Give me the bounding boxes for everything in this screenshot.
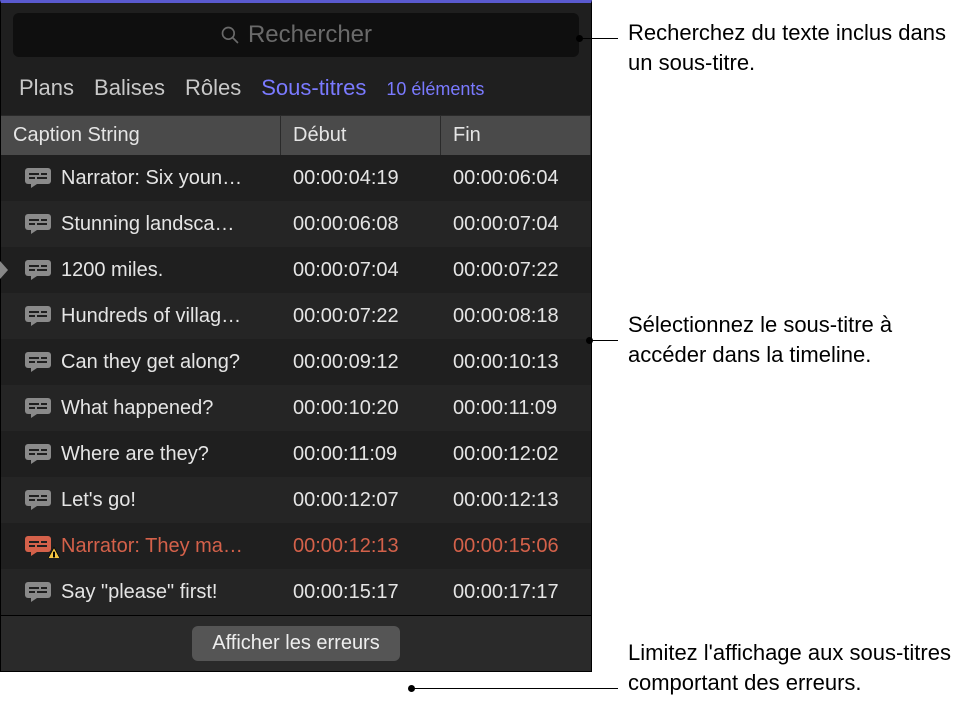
cell-end: 00:00:12:02 — [441, 443, 591, 466]
captions-panel: Rechercher Plans Balises Rôles Sous-titr… — [0, 0, 592, 672]
tab-balises[interactable]: Balises — [94, 75, 165, 101]
column-header-start[interactable]: Début — [281, 116, 441, 155]
cell-end: 00:00:07:22 — [441, 259, 591, 282]
cell-start: 00:00:12:07 — [281, 489, 441, 512]
cell-end: 00:00:08:18 — [441, 305, 591, 328]
caption-text: What happened? — [61, 397, 213, 420]
table-row[interactable]: 1200 miles. 00:00:07:0400:00:07:22 — [1, 247, 591, 293]
cell-start: 00:00:04:19 — [281, 167, 441, 190]
table-row[interactable]: Can they get along? 00:00:09:1200:00:10:1… — [1, 339, 591, 385]
caption-icon — [25, 214, 51, 234]
caption-icon — [25, 490, 51, 510]
table-row[interactable]: Say "please" first! 00:00:15:1700:00:17:1… — [1, 569, 591, 615]
tab-item-count: 10 éléments — [386, 79, 484, 100]
tabs-bar: Plans Balises Rôles Sous-titres 10 éléme… — [1, 65, 591, 115]
annotation-search: Recherchez du texte inclus dans un sous-… — [628, 18, 958, 77]
cell-end: 00:00:10:13 — [441, 351, 591, 374]
caption-text: Stunning landsca… — [61, 213, 234, 236]
caption-text: Hundreds of villag… — [61, 305, 241, 328]
cell-start: 00:00:10:20 — [281, 397, 441, 420]
annotation-select: Sélectionnez le sous-titre à accéder dan… — [628, 310, 958, 369]
cell-start: 00:00:12:13 — [281, 535, 441, 558]
cell-start: 00:00:07:04 — [281, 259, 441, 282]
table-row[interactable]: Narrator: They ma… 00:00:12:1300:00:15:06 — [1, 523, 591, 569]
cell-end: 00:00:07:04 — [441, 213, 591, 236]
caption-text: Let's go! — [61, 489, 136, 512]
caption-icon — [25, 444, 51, 464]
search-icon — [220, 25, 240, 45]
table-row[interactable]: Where are they? 00:00:11:0900:00:12:02 — [1, 431, 591, 477]
caption-icon — [25, 260, 51, 280]
caption-text: Where are they? — [61, 443, 209, 466]
search-placeholder: Rechercher — [248, 21, 372, 49]
caption-text: Narrator: Six youn… — [61, 167, 242, 190]
warning-icon — [41, 546, 55, 558]
callout-line-select — [588, 340, 618, 341]
cell-start: 00:00:09:12 — [281, 351, 441, 374]
cell-start: 00:00:15:17 — [281, 581, 441, 604]
cell-start: 00:00:11:09 — [281, 443, 441, 466]
table-row[interactable]: Let's go! 00:00:12:0700:00:12:13 — [1, 477, 591, 523]
table-row[interactable]: Narrator: Six youn… 00:00:04:1900:00:06:0… — [1, 155, 591, 201]
caption-error-icon — [25, 536, 51, 556]
playhead-indicator-icon — [0, 261, 10, 279]
search-input[interactable]: Rechercher — [13, 13, 579, 57]
table-row[interactable]: What happened? 00:00:10:2000:00:11:09 — [1, 385, 591, 431]
callout-line-search — [578, 38, 618, 39]
cell-start: 00:00:07:22 — [281, 305, 441, 328]
caption-icon — [25, 398, 51, 418]
tab-sous-titres[interactable]: Sous-titres — [261, 75, 366, 101]
cell-end: 00:00:17:17 — [441, 581, 591, 604]
table-header: Caption String Début Fin — [1, 115, 591, 155]
tab-plans[interactable]: Plans — [19, 75, 74, 101]
caption-text: 1200 miles. — [61, 259, 163, 282]
cell-end: 00:00:12:13 — [441, 489, 591, 512]
caption-icon — [25, 168, 51, 188]
caption-icon — [25, 306, 51, 326]
column-header-caption[interactable]: Caption String — [1, 116, 281, 155]
column-header-end[interactable]: Fin — [441, 116, 591, 155]
caption-icon — [25, 582, 51, 602]
cell-end: 00:00:11:09 — [441, 397, 591, 420]
caption-icon — [25, 352, 51, 372]
tab-roles[interactable]: Rôles — [185, 75, 241, 101]
cell-end: 00:00:15:06 — [441, 535, 591, 558]
caption-text: Can they get along? — [61, 351, 240, 374]
panel-footer: Afficher les erreurs — [1, 615, 591, 671]
table-row[interactable]: Stunning landsca… 00:00:06:0800:00:07:04 — [1, 201, 591, 247]
caption-text: Narrator: They ma… — [61, 535, 243, 558]
cell-start: 00:00:06:08 — [281, 213, 441, 236]
caption-text: Say "please" first! — [61, 581, 217, 604]
table-row[interactable]: Hundreds of villag… 00:00:07:2200:00:08:1… — [1, 293, 591, 339]
show-errors-button[interactable]: Afficher les erreurs — [192, 626, 399, 661]
cell-end: 00:00:06:04 — [441, 167, 591, 190]
table-body: Narrator: Six youn…00:00:04:1900:00:06:0… — [1, 155, 591, 615]
annotation-errors: Limitez l'affichage aux sous-titres comp… — [628, 638, 958, 697]
callout-line-errors — [410, 688, 618, 689]
